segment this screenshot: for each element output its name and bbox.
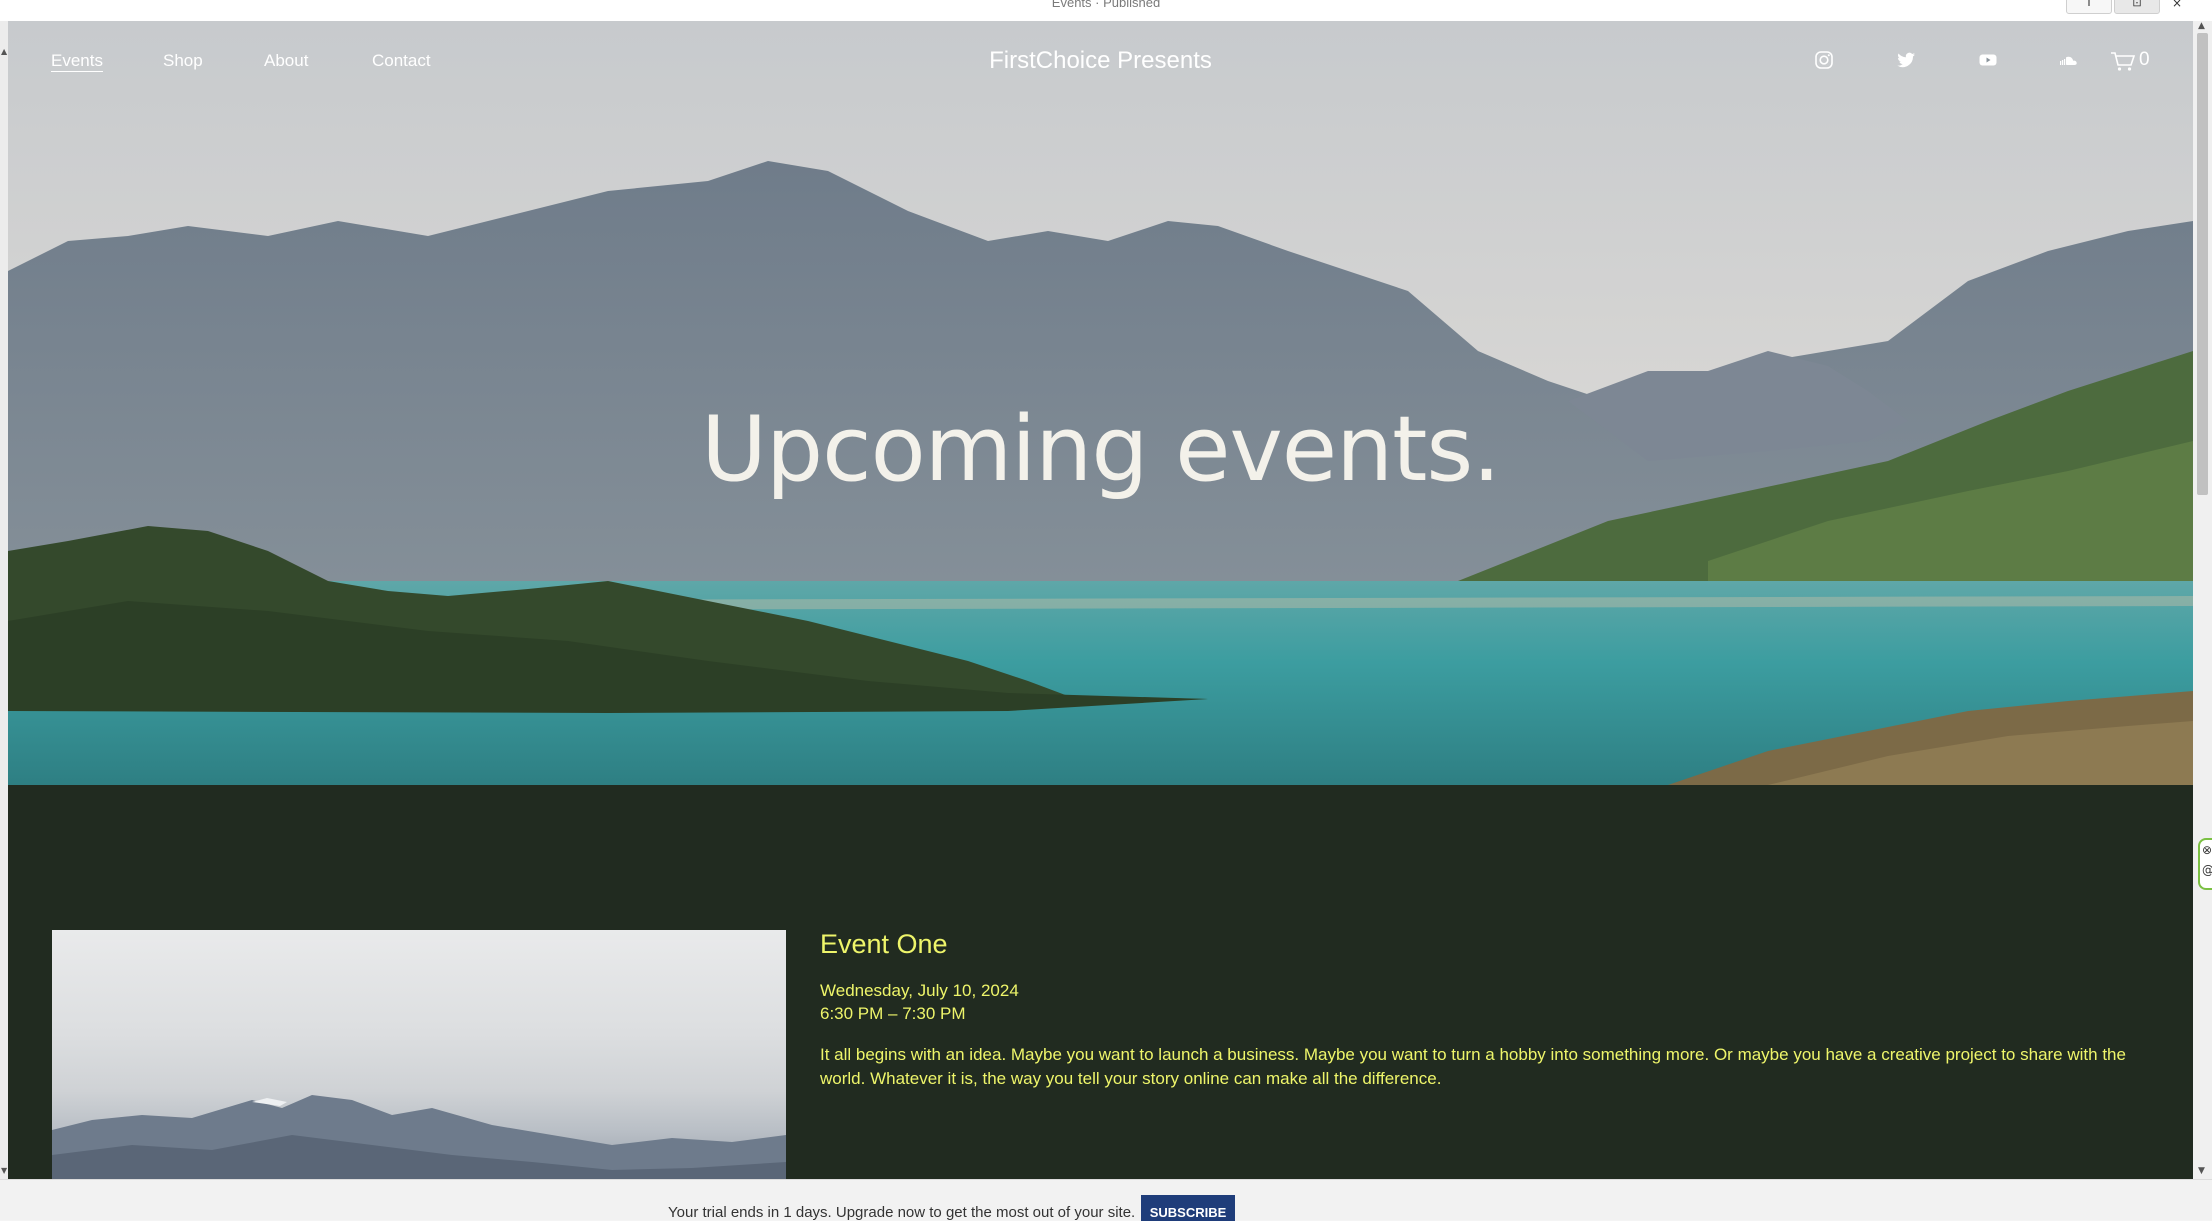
cart-count: 0 [2139, 49, 2150, 70]
site-header: Events Shop About Contact FirstChoice Pr… [8, 21, 2193, 101]
events-list: Event One Wednesday, July 10, 2024 6:30 … [8, 785, 2193, 1179]
scroll-down-arrow-icon[interactable]: ▼ [2198, 1166, 2205, 1176]
trial-message: Your trial ends in 1 days. Upgrade now t… [668, 1204, 1136, 1221]
left-gutter: ▲ ▼ [0, 21, 8, 1179]
site-brand[interactable]: FirstChoice Presents [8, 47, 2193, 75]
event-title[interactable]: Event One [820, 929, 948, 960]
site-page: Events Shop About Contact FirstChoice Pr… [8, 21, 2193, 1179]
help-widget[interactable]: ⊗ @ [2198, 838, 2212, 890]
layout-icon: ⊡ [2132, 0, 2142, 9]
subscribe-button[interactable]: SUBSCRIBE [1141, 1195, 1235, 1221]
trial-banner: Your trial ends in 1 days. Upgrade now t… [0, 1179, 2212, 1221]
editor-top-bar: Events · Published I ⊡ × [0, 0, 2212, 22]
scroll-up-icon[interactable]: ▲ [1, 47, 7, 56]
close-icon[interactable]: ⊗ [2202, 844, 2212, 856]
event-time: 6:30 PM – 7:30 PM [820, 1004, 966, 1023]
event-description: It all begins with an idea. Maybe you wa… [820, 1045, 2126, 1088]
hero-title: Upcoming events. [701, 397, 1501, 502]
cart-icon [2111, 52, 2136, 71]
cursor-icon: I [2087, 0, 2091, 9]
scrollbar-thumb[interactable] [2197, 33, 2208, 495]
scroll-down-icon[interactable]: ▼ [1, 1166, 7, 1175]
page-scrollbar[interactable]: ▲ ▼ [2193, 21, 2212, 1179]
layout-tool-button[interactable]: ⊡ [2114, 0, 2160, 14]
scroll-up-arrow-icon[interactable]: ▲ [2198, 21, 2205, 31]
event-thumbnail[interactable] [52, 930, 786, 1179]
cart-button[interactable]: 0 [2109, 49, 2169, 73]
soundcloud-icon[interactable] [2057, 48, 2081, 72]
cursor-tool-button[interactable]: I [2066, 0, 2112, 14]
page-status: Events · Published [1051, 0, 1161, 10]
event-date: Wednesday, July 10, 2024 [820, 981, 1019, 1000]
twitter-icon[interactable] [1894, 48, 1918, 72]
hero-banner: Events Shop About Contact FirstChoice Pr… [8, 21, 2193, 785]
youtube-icon[interactable] [1976, 48, 2000, 72]
close-icon[interactable]: × [2172, 0, 2182, 10]
help-icon[interactable]: @ [2202, 864, 2212, 876]
instagram-icon[interactable] [1812, 48, 1836, 72]
